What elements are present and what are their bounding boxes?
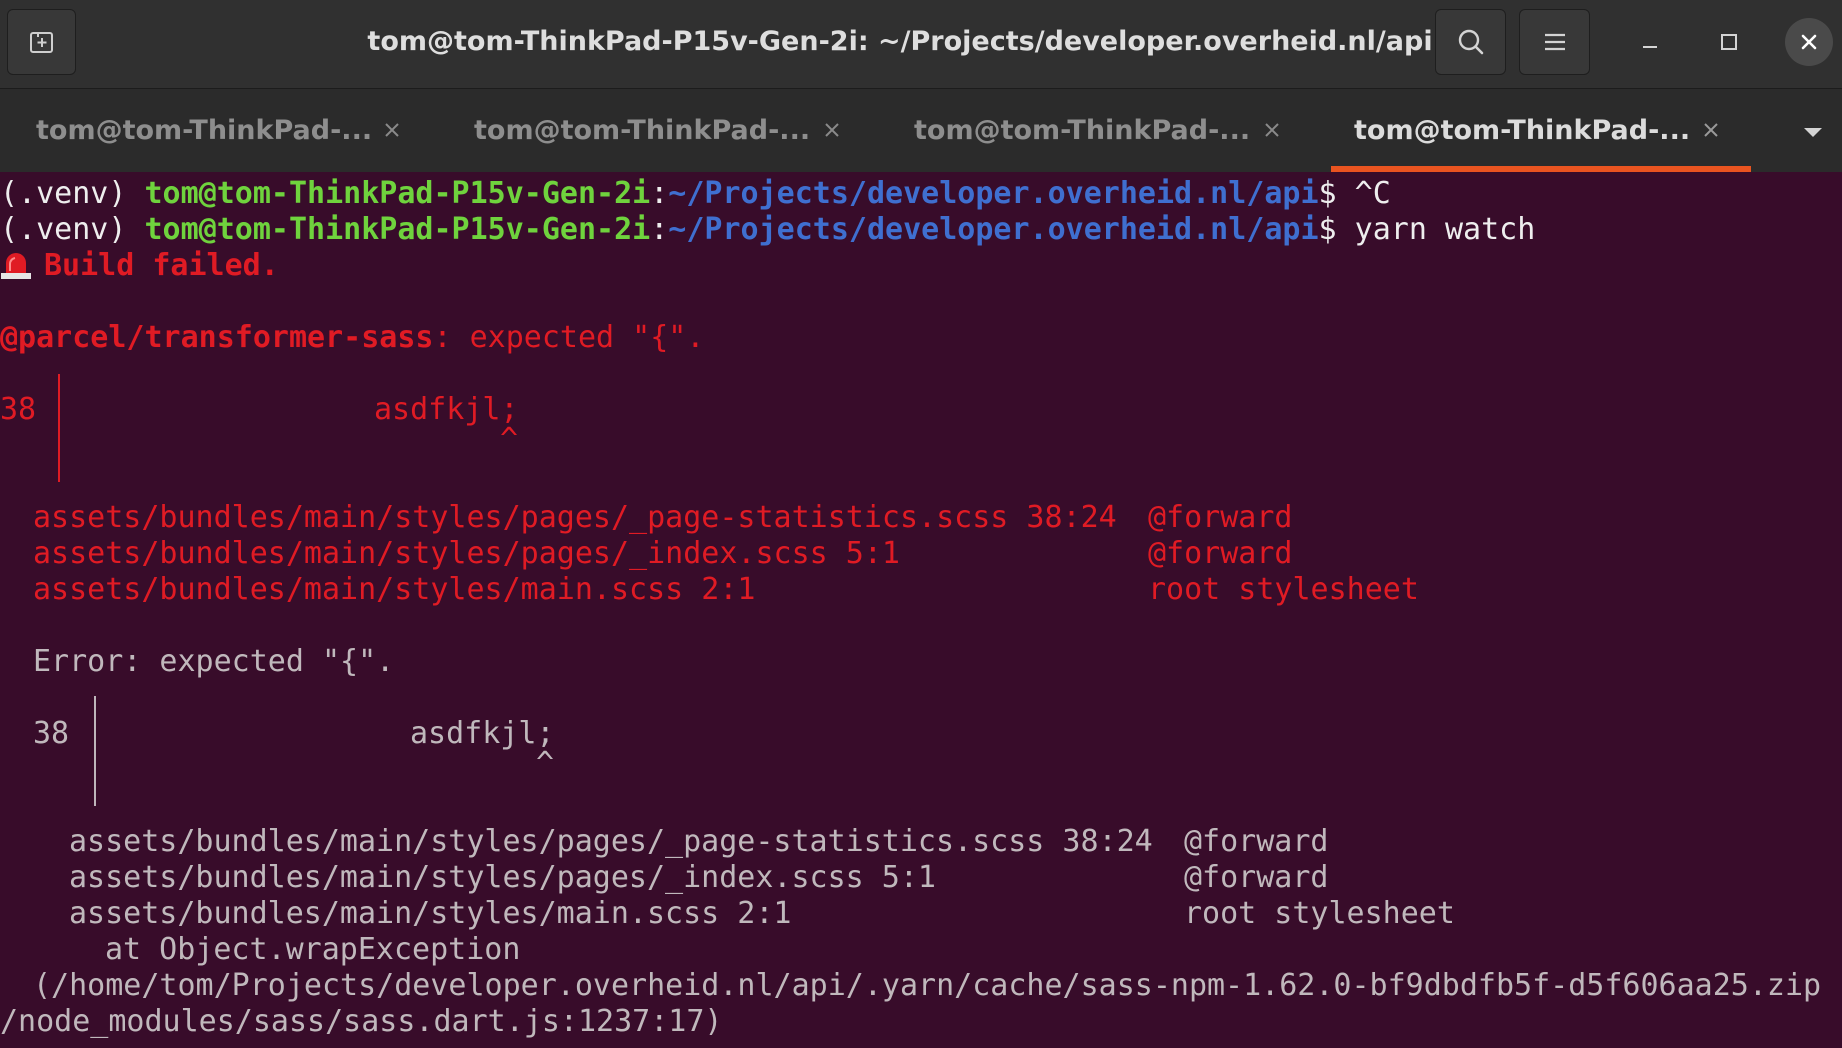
command-text: yarn watch	[1354, 212, 1536, 247]
snippet-line-number: 38	[33, 716, 70, 751]
tab-list-button[interactable]	[1795, 114, 1831, 150]
venv-indicator: (.venv)	[0, 212, 145, 247]
search-button[interactable]	[1435, 9, 1506, 75]
trace-file: assets/bundles/main/styles/pages/_index.…	[69, 860, 936, 895]
trace-kind: @forward	[1184, 860, 1329, 895]
chevron-down-icon	[1804, 128, 1822, 137]
tab-1[interactable]: tom@tom-ThinkPad-...	[0, 89, 440, 172]
command-text: ^C	[1354, 176, 1391, 211]
trace-kind: @forward	[1184, 824, 1329, 859]
search-icon	[1458, 29, 1483, 55]
new-tab-icon	[29, 32, 53, 53]
close-icon	[1801, 34, 1817, 50]
trace-kind: root stylesheet	[1184, 896, 1455, 931]
snippet-code: asdfkjl;	[374, 392, 519, 427]
transformer-error-line: @parcel/transformer-sass: expected "{".	[0, 320, 704, 356]
stack-frame: at Object.wrapException	[105, 932, 521, 967]
menu-button[interactable]	[1519, 9, 1590, 75]
prompt-path: ~/Projects/developer.overheid.nl/api	[668, 176, 1319, 211]
minimize-button[interactable]	[1622, 14, 1678, 70]
prompt-colon: :	[650, 212, 669, 247]
tab-label: tom@tom-ThinkPad-...	[36, 115, 373, 146]
terminal-window: tom@tom-ThinkPad-P15v-Gen-2i: ~/Projects…	[0, 0, 1842, 1048]
header-bar: tom@tom-ThinkPad-P15v-Gen-2i: ~/Projects…	[0, 0, 1842, 89]
window-title: tom@tom-ThinkPad-P15v-Gen-2i: ~/Projects…	[367, 26, 1433, 57]
build-failed-text: Build failed.	[44, 248, 279, 283]
prompt-line: (.venv) tom@tom-ThinkPad-P15v-Gen-2i:~/P…	[0, 212, 1535, 248]
trace-file: assets/bundles/main/styles/main.scss 2:1	[69, 896, 792, 931]
maximize-icon	[1721, 34, 1737, 50]
maximize-button[interactable]	[1701, 14, 1757, 70]
close-icon	[1704, 123, 1718, 137]
prompt-colon: :	[650, 176, 669, 211]
stack-frame-path: (/home/tom/Projects/developer.overheid.n…	[33, 968, 1822, 1003]
close-icon	[1265, 123, 1279, 137]
tab-label: tom@tom-ThinkPad-...	[1354, 115, 1691, 146]
prompt-user: tom@tom-ThinkPad-P15v-Gen-2i	[144, 212, 651, 247]
trace-kind: @forward	[1148, 500, 1293, 535]
trace-file: assets/bundles/main/styles/pages/_index.…	[33, 536, 900, 571]
error-message: Error: expected "{".	[33, 644, 395, 679]
tab-2[interactable]: tom@tom-ThinkPad-...	[440, 89, 880, 172]
snippet-code: asdfkjl;	[410, 716, 555, 751]
trace-file: assets/bundles/main/styles/main.scss 2:1	[33, 572, 756, 607]
minimize-icon	[1643, 46, 1657, 48]
tab-close-button[interactable]	[1258, 116, 1286, 144]
trace-kind: @forward	[1148, 536, 1293, 571]
prompt-dollar: $	[1318, 176, 1355, 211]
venv-indicator: (.venv)	[0, 176, 145, 211]
snippet-caret: ^	[536, 746, 555, 781]
snippet-caret: ^	[500, 422, 519, 457]
snippet-gutter-bar	[94, 696, 96, 806]
tab-close-button[interactable]	[378, 116, 406, 144]
new-tab-button[interactable]	[7, 9, 76, 75]
trace-file: assets/bundles/main/styles/pages/_page-s…	[33, 500, 1117, 535]
snippet-line-number: 38	[0, 392, 37, 427]
prompt-line: (.venv) tom@tom-ThinkPad-P15v-Gen-2i:~/P…	[0, 176, 1391, 212]
tab-label: tom@tom-ThinkPad-...	[474, 115, 811, 146]
prompt-user: tom@tom-ThinkPad-P15v-Gen-2i	[144, 176, 651, 211]
trace-kind: root stylesheet	[1148, 572, 1419, 607]
tab-label: tom@tom-ThinkPad-...	[914, 115, 1251, 146]
close-icon	[825, 123, 839, 137]
tab-close-button[interactable]	[818, 116, 846, 144]
tab-close-button[interactable]	[1697, 116, 1725, 144]
close-button[interactable]	[1785, 18, 1833, 66]
trace-file: assets/bundles/main/styles/pages/_page-s…	[69, 824, 1153, 859]
hamburger-menu-icon	[1544, 33, 1565, 51]
terminal-output[interactable]: (.venv) tom@tom-ThinkPad-P15v-Gen-2i:~/P…	[0, 172, 1842, 1048]
snippet-gutter-bar	[58, 374, 60, 482]
close-icon	[385, 123, 399, 137]
prompt-path: ~/Projects/developer.overheid.nl/api	[668, 212, 1319, 247]
stack-frame-path: /node_modules/sass/sass.dart.js:1237:17)	[0, 1004, 723, 1039]
transformer-message: : expected "{".	[433, 320, 705, 355]
prompt-dollar: $	[1318, 212, 1355, 247]
tab-bar: tom@tom-ThinkPad-... tom@tom-ThinkPad-..…	[0, 89, 1842, 172]
build-failed-line: Build failed.	[0, 248, 279, 284]
transformer-name: @parcel/transformer-sass	[0, 320, 434, 355]
tab-3[interactable]: tom@tom-ThinkPad-...	[880, 89, 1320, 172]
alarm-light-icon	[1, 253, 31, 279]
tab-4-active[interactable]: tom@tom-ThinkPad-...	[1320, 89, 1760, 172]
